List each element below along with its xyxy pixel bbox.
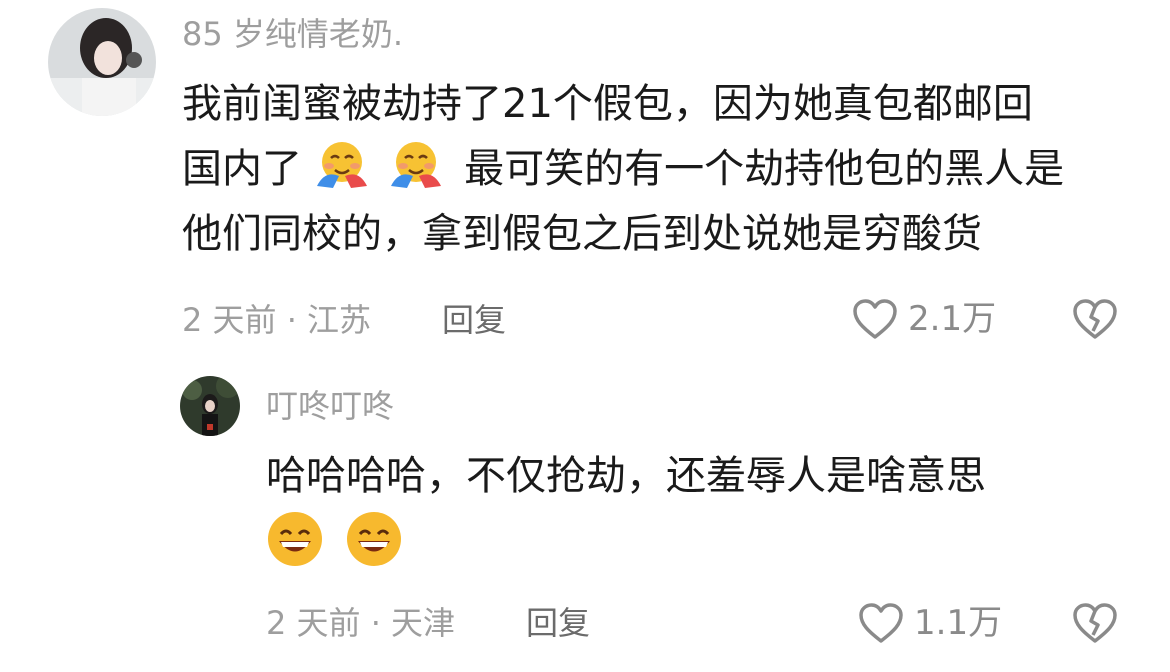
comment-text: 哈哈哈哈，不仅抢劫，还羞辱人是啥意思 <box>266 444 986 581</box>
comment-username[interactable]: 叮咚叮咚 <box>266 386 394 426</box>
comment-line: 哈哈哈哈，不仅抢劫，还羞辱人是啥意思 <box>266 453 986 499</box>
broken-heart-icon <box>1073 299 1117 339</box>
dislike-button[interactable] <box>1072 298 1118 344</box>
avatar[interactable] <box>180 376 240 436</box>
like-button[interactable]: 2.1万 <box>852 298 996 340</box>
comment-line: 我前闺蜜被劫持了21个假包，因为她真包都邮回 <box>182 81 1033 127</box>
heart-icon <box>859 603 903 643</box>
comment-username[interactable]: 85 岁纯情老奶. <box>182 14 403 54</box>
time-location: 2 天前 · 天津 <box>266 604 456 642</box>
like-count: 2.1万 <box>908 299 997 339</box>
like-button[interactable]: 1.1万 <box>858 602 1002 644</box>
broken-heart-icon <box>1073 603 1117 643</box>
hugging-face-emoji-icon <box>315 140 369 188</box>
avatar[interactable] <box>48 8 156 116</box>
like-count: 1.1万 <box>914 603 1003 643</box>
comment-line-with-emojis: 国内了 最可笑的有一个劫持他包的黑人是 <box>182 137 1064 202</box>
comment-text: 我前闺蜜被劫持了21个假包，因为她真包都邮回 国内了 最可笑的有一个劫持他包的黑… <box>182 72 1064 267</box>
grinning-face-emoji-icon <box>266 510 324 568</box>
grinning-face-emoji-icon <box>345 510 403 568</box>
comment-line: 他们同校的，拿到假包之后到处说她是穷酸货 <box>182 211 982 257</box>
time-location: 2 天前 · 江苏 <box>182 301 372 339</box>
dislike-button[interactable] <box>1072 602 1118 648</box>
comment-line-segment: 最可笑的有一个劫持他包的黑人是 <box>464 146 1065 192</box>
heart-icon <box>853 299 897 339</box>
hugging-face-emoji-icon <box>389 140 443 188</box>
comment-emoji-line <box>266 509 986 581</box>
reply-button[interactable]: 回复 <box>442 300 506 340</box>
reply-button[interactable]: 回复 <box>526 603 590 643</box>
comment-line-segment: 国内了 <box>182 146 302 192</box>
